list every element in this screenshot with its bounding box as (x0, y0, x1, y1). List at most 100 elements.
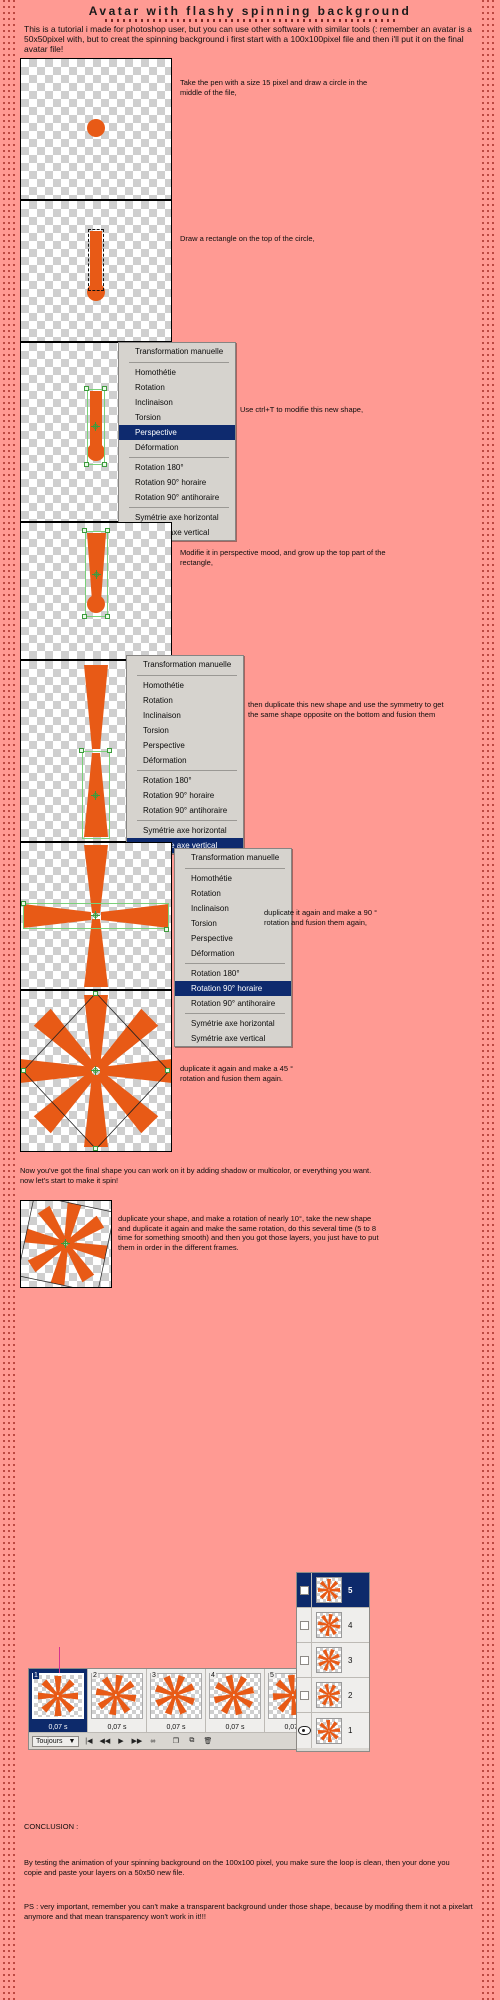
menu-item-deformation[interactable]: Déformation (127, 753, 243, 768)
menu-item-torsion[interactable]: Torsion (119, 410, 235, 425)
checkbox-icon[interactable] (299, 1690, 309, 1700)
menu-item-homothetie[interactable]: Homothétie (119, 365, 235, 380)
conclusion-body: By testing the animation of your spinnin… (24, 1858, 450, 1877)
transform-handle-tr[interactable] (105, 528, 110, 533)
layer-row[interactable]: 5 (297, 1573, 369, 1608)
frame-delay[interactable]: 0,07 s (88, 1724, 146, 1731)
menu-item-perspective[interactable]: Perspective (175, 931, 291, 946)
right-dotted-border-3 (492, 0, 500, 2000)
menu-item-rotation[interactable]: Rotation (127, 693, 243, 708)
transform-anchor-point[interactable] (92, 570, 101, 579)
transform-handle-left[interactable] (21, 1068, 26, 1073)
animation-frames-panel[interactable]: 1 0,07 s 2 0,07 s 3 0,07 s 4 0,07 s 5 0,… (28, 1647, 326, 1750)
menu-item-rotation-90-antihoraire[interactable]: Rotation 90° antihoraire (119, 490, 235, 505)
menu-item-rotation-180[interactable]: Rotation 180° (175, 966, 291, 981)
frame-delay[interactable]: 0,07 s (206, 1724, 264, 1731)
note-step-3: Use ctrl+T to modifie this new shape, (240, 405, 364, 414)
transform-handle-br[interactable] (164, 927, 169, 932)
menu-item-deformation[interactable]: Déformation (175, 946, 291, 961)
animation-frame[interactable]: 1 0,07 s (29, 1669, 88, 1733)
transform-anchor-point[interactable] (61, 1239, 70, 1248)
menu-item-rotation[interactable]: Rotation (119, 380, 235, 395)
transform-context-menu-1[interactable]: Transformation manuelle Homothétie Rotat… (118, 342, 236, 541)
layer-row[interactable]: 4 (297, 1608, 369, 1643)
note-step-6: duplicate it again and make a 90 ° rotat… (264, 908, 378, 927)
layer-visibility-toggle[interactable] (297, 1608, 312, 1642)
menu-item-rotation-90-antihoraire[interactable]: Rotation 90° antihoraire (127, 803, 243, 818)
menu-item-torsion[interactable]: Torsion (127, 723, 243, 738)
layer-thumbnail (316, 1682, 342, 1708)
play-button[interactable]: ▶ (114, 1735, 127, 1747)
layer-visibility-toggle[interactable] (297, 1713, 312, 1748)
menu-item-symetrie-horizontal[interactable]: Symétrie axe horizontal (127, 823, 243, 838)
transform-handle-bl[interactable] (84, 462, 89, 467)
animation-frame[interactable]: 4 0,07 s (206, 1669, 265, 1733)
menu-item-rotation-90-horaire[interactable]: Rotation 90° horaire (175, 981, 291, 996)
menu-item-rotation-180[interactable]: Rotation 180° (119, 460, 235, 475)
menu-item-perspective[interactable]: Perspective (127, 738, 243, 753)
transform-anchor-point[interactable] (91, 422, 100, 431)
checkbox-icon[interactable] (299, 1655, 309, 1665)
transform-anchor-point[interactable] (91, 791, 100, 800)
transform-handle-br[interactable] (102, 462, 107, 467)
transform-handle-br[interactable] (105, 614, 110, 619)
menu-item-symetrie-horizontal[interactable]: Symétrie axe horizontal (175, 1016, 291, 1031)
menu-item-rotation-90-antihoraire[interactable]: Rotation 90° antihoraire (175, 996, 291, 1011)
transform-handle-tl[interactable] (84, 386, 89, 391)
layer-visibility-toggle[interactable] (297, 1678, 312, 1712)
checkbox-icon[interactable] (299, 1585, 309, 1595)
menu-item-homothetie[interactable]: Homothétie (127, 678, 243, 693)
loop-option-select[interactable]: Toujours ▼ (32, 1735, 80, 1747)
transform-handle-right[interactable] (165, 1068, 170, 1073)
first-frame-button[interactable]: |◀ (82, 1735, 95, 1747)
transform-handle-tr[interactable] (107, 748, 112, 753)
menu-item-rotation-180[interactable]: Rotation 180° (127, 773, 243, 788)
duplicate-frame-button[interactable]: ❐ (169, 1735, 182, 1747)
menu-item-perspective[interactable]: Perspective (119, 425, 235, 440)
layer-row[interactable]: 2 (297, 1678, 369, 1713)
new-frame-button[interactable]: ⧉ (185, 1735, 198, 1747)
menu-item-symetrie-vertical[interactable]: Symétrie axe vertical (175, 1031, 291, 1046)
menu-header: Transformation manuelle (135, 347, 224, 356)
next-frame-button[interactable]: ▶▶ (130, 1735, 143, 1747)
animation-toolbar[interactable]: Toujours ▼ |◀ ◀◀ ▶ ▶▶ ∞ ❐ ⧉ 🗑 (29, 1732, 325, 1749)
transform-anchor-point[interactable] (91, 911, 100, 920)
previous-frame-button[interactable]: ◀◀ (98, 1735, 111, 1747)
layer-row[interactable]: 3 (297, 1643, 369, 1678)
transform-handle-tr[interactable] (102, 386, 107, 391)
animation-frame[interactable]: 3 0,07 s (147, 1669, 206, 1733)
menu-item-deformation[interactable]: Déformation (119, 440, 235, 455)
canvas-step-7 (20, 990, 172, 1152)
animation-frame[interactable]: 2 0,07 s (88, 1669, 147, 1733)
frame-delay[interactable]: 0,07 s (147, 1724, 205, 1731)
transform-handle-top[interactable] (93, 991, 98, 996)
transform-handle-bl[interactable] (82, 614, 87, 619)
transform-context-menu-3[interactable]: Transformation manuelle Homothétie Rotat… (174, 848, 292, 1047)
delete-frame-button[interactable]: 🗑 (201, 1735, 214, 1747)
menu-item-homothetie[interactable]: Homothétie (175, 871, 291, 886)
transform-handle-bottom[interactable] (93, 1146, 98, 1151)
transform-context-menu-2[interactable]: Transformation manuelle Homothétie Rotat… (126, 655, 244, 854)
menu-item-rotation-90-horaire[interactable]: Rotation 90° horaire (119, 475, 235, 490)
frame-delay[interactable]: 0,07 s (29, 1724, 87, 1731)
menu-item-inclinaison[interactable]: Inclinaison (119, 395, 235, 410)
layers-panel[interactable]: 5 4 3 2 1 (296, 1572, 370, 1752)
checkbox-icon[interactable] (299, 1620, 309, 1630)
selection-marquee (88, 229, 104, 291)
menu-item-rotation-90-horaire[interactable]: Rotation 90° horaire (127, 788, 243, 803)
frame-number: 1 (33, 1672, 39, 1679)
layer-row[interactable]: 1 (297, 1713, 369, 1748)
menu-item-inclinaison[interactable]: Inclinaison (127, 708, 243, 723)
tween-button[interactable]: ∞ (146, 1735, 159, 1747)
transform-handle-tl[interactable] (82, 528, 87, 533)
conclusion-heading: CONCLUSION : (24, 1822, 79, 1831)
frame-number: 5 (269, 1672, 275, 1679)
frames-strip[interactable]: 1 0,07 s 2 0,07 s 3 0,07 s 4 0,07 s 5 0,… (29, 1669, 324, 1733)
eye-icon[interactable] (297, 1726, 311, 1735)
layer-visibility-toggle[interactable] (297, 1643, 312, 1677)
layer-visibility-toggle[interactable] (297, 1573, 312, 1607)
transform-anchor-point[interactable] (91, 1066, 100, 1075)
transform-handle-tl[interactable] (21, 901, 26, 906)
menu-item-rotation[interactable]: Rotation (175, 886, 291, 901)
transform-handle-tl[interactable] (79, 748, 84, 753)
